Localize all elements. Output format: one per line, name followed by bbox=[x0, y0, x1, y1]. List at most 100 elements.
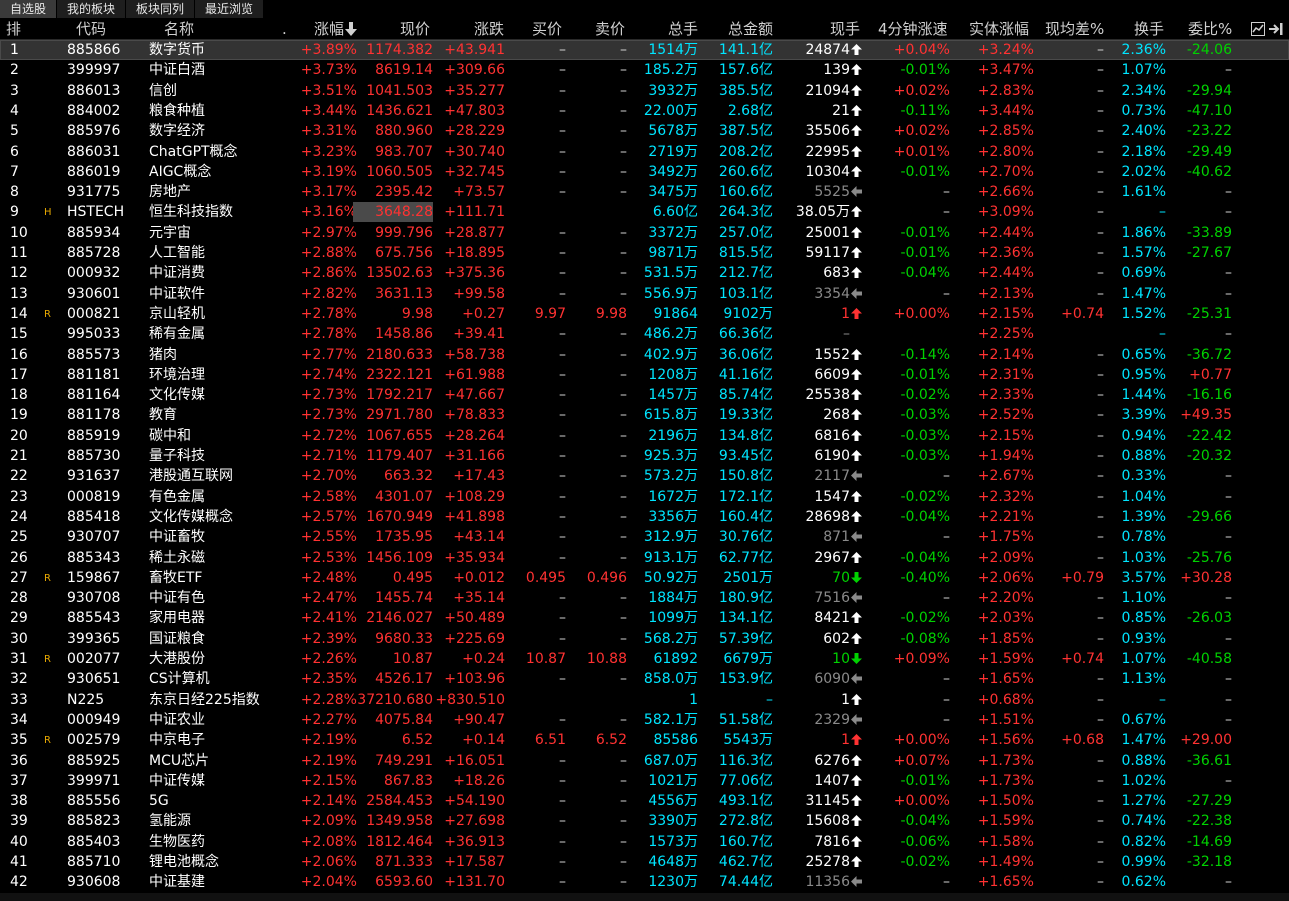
table-row[interactable]: 16 885573 猪肉 +2.77% 2180.633 +58.738– –402.9万 3… bbox=[0, 345, 1289, 365]
table-row[interactable]: 26 885343 稀土永磁 +2.53% 1456.109 +35.934– –913.1… bbox=[0, 548, 1289, 568]
table-row[interactable]: 8 931775 房地产 +3.17% 2395.42 +73.57 – – 3475万 160.… bbox=[0, 182, 1289, 202]
cell-body: +3.24% bbox=[977, 42, 1034, 58]
cell-amt: 77.06亿 bbox=[718, 772, 773, 789]
table-row[interactable]: 22 931637 港股通互联网 +2.70% 663.32 +17.43– –573.2万… bbox=[0, 466, 1289, 486]
col-code[interactable]: 代码 bbox=[76, 19, 106, 40]
cell-vol: 615.8万 bbox=[643, 407, 698, 424]
table-row[interactable]: 38 885556 5G +2.14% 2584.453 +54.190 – – 4556万 49… bbox=[0, 791, 1289, 811]
table-row[interactable]: 6 886031 ChatGPT概念 +3.23% 983.707 +30.740 – – 27… bbox=[0, 142, 1289, 162]
cell-name: 数字经济 bbox=[149, 123, 205, 140]
table-row[interactable]: 19 881178 教育 +2.73% 2971.780 +78.833– –615.8万 1… bbox=[0, 405, 1289, 425]
col-speed[interactable]: 4分钟涨速 bbox=[878, 19, 948, 40]
cell-body: +2.67% bbox=[977, 468, 1034, 485]
tab-2[interactable]: 板块同列 bbox=[126, 0, 196, 18]
cell-pct: +2.06% bbox=[300, 854, 357, 870]
cell-pct: +2.88% bbox=[300, 245, 357, 261]
col-volume[interactable]: 总手 bbox=[668, 19, 698, 40]
col-bid[interactable]: 买价 bbox=[532, 19, 562, 40]
table-row[interactable]: 17 881181 环境治理 +2.74% 2322.121 +61.988 – – 1208万… bbox=[0, 365, 1289, 385]
cell-n: 39 bbox=[10, 813, 28, 830]
cell-chg: +30.740 bbox=[444, 143, 505, 160]
cell-commit: – bbox=[1225, 204, 1232, 221]
arrow-up-icon bbox=[851, 508, 862, 522]
table-row[interactable]: 21 885730 量子科技 +2.71% 1179.407 +31.166– –925.3… bbox=[0, 446, 1289, 466]
table-row[interactable]: 27 R 159867 畜牧ETF +2.48% 0.495 +0.012 0.495 0.49… bbox=[0, 568, 1289, 588]
table-row[interactable]: 24 885418 文化传媒概念 +2.57% 1670.949 +41.898 – – 335… bbox=[0, 507, 1289, 527]
cell-code: 885866 bbox=[67, 42, 121, 58]
cell-avg: – bbox=[1097, 448, 1104, 464]
cell-n: 17 bbox=[10, 366, 28, 383]
table-row[interactable]: 20 885919 碳中和 +2.72% 1067.655 +28.264 – – 2196万 1… bbox=[0, 426, 1289, 446]
table-row[interactable]: 28 930708 中证有色 +2.47% 1455.74 +35.14 – – 1884万 18… bbox=[0, 588, 1289, 608]
cell-commit: +49.35 bbox=[1180, 407, 1232, 424]
table-row[interactable]: 40 885403 生物医药 +2.08% 1812.464 +36.913 – – 1573万… bbox=[0, 832, 1289, 852]
col-change[interactable]: 涨跌 bbox=[474, 19, 504, 40]
table-row[interactable]: 18 881164 文化传媒 +2.73% 1792.217 +47.667 – – 1457万… bbox=[0, 385, 1289, 405]
cell-n: 36 bbox=[10, 752, 28, 769]
col-price[interactable]: 现价 bbox=[400, 19, 430, 40]
table-row[interactable]: 23 000819 有色金属 +2.58% 4301.07 +108.29 – – 1672万 1… bbox=[0, 487, 1289, 507]
table-row[interactable]: 37 399971 中证传媒 +2.15% 867.83 +18.26 – – 1021万 77.… bbox=[0, 771, 1289, 791]
col-amount[interactable]: 总金额 bbox=[728, 19, 773, 40]
table-row[interactable]: 33 N225 东京日经225指数 +2.28% 37210.680 +830.510 1 –… bbox=[0, 690, 1289, 710]
col-cur-vol[interactable]: 现手 bbox=[830, 19, 860, 40]
table-row[interactable]: 14 R 000821 京山轻机 +2.78% 9.98 +0.27 9.97 9.98 9186… bbox=[0, 304, 1289, 324]
col-name[interactable]: 名称 bbox=[164, 19, 194, 40]
cell-name: 中证畜牧 bbox=[149, 529, 205, 546]
col-avg-diff[interactable]: 现均差% bbox=[1045, 19, 1104, 40]
table-row[interactable]: 41 885710 锂电池概念 +2.06% 871.333 +17.587 – – 4648万… bbox=[0, 852, 1289, 872]
cell-bid: – bbox=[559, 163, 566, 180]
table-row[interactable]: 9 H HSTECH 恒生科技指数 +3.16% 3648.28 +111.71 6.60亿 2… bbox=[0, 202, 1289, 223]
col-turnover[interactable]: 换手 bbox=[1134, 19, 1164, 40]
cell-turn: 1.07% bbox=[1121, 62, 1166, 79]
cell-chg: +830.510 bbox=[435, 691, 505, 708]
cell-turn: – bbox=[1159, 326, 1166, 343]
table-row[interactable]: 35 R 002579 中京电子 +2.19% 6.52 +0.14 6.51 6.52 8558… bbox=[0, 730, 1289, 750]
table-row[interactable]: 29 885543 家用电器 +2.41% 2146.027 +50.489 – – 1099万… bbox=[0, 608, 1289, 628]
cell-body: +2.66% bbox=[977, 184, 1034, 201]
table-row[interactable]: 42 930608 中证基建 +2.04% 6593.60 +131.70 – – 1230万 7… bbox=[0, 872, 1289, 892]
cell-price: 37210.680 bbox=[357, 691, 433, 708]
table-row[interactable]: 39 885823 氢能源 +2.09% 1349.958 +27.698 – – 3390万 2… bbox=[0, 811, 1289, 831]
table-row[interactable]: 30 399365 国证粮食 +2.39% 9680.33 +225.69– –568.2万… bbox=[0, 629, 1289, 649]
table-row[interactable]: 12 000932 中证消费 +2.86% 13502.63 +375.36– –531.5… bbox=[0, 263, 1289, 283]
table-row[interactable]: 7 886019 AIGC概念 +3.19% 1060.505 +32.745 – – 3492… bbox=[0, 162, 1289, 182]
table-row[interactable]: 2 399997 中证白酒 +3.73% 8619.14 +309.66– –185.2万 1… bbox=[0, 60, 1289, 80]
cell-name: MCU芯片 bbox=[149, 752, 210, 769]
table-row[interactable]: 34 000949 中证农业 +2.27% 4075.84 +90.47– –582.1万 5… bbox=[0, 710, 1289, 730]
table-row[interactable]: 10 885934 元宇宙 +2.97% 999.796 +28.877 – – 3372万 25… bbox=[0, 223, 1289, 243]
cell-cur: – bbox=[843, 324, 862, 344]
table-row[interactable]: 11 885728 人工智能 +2.88% 675.756 +18.895 – – 9871万 8… bbox=[0, 243, 1289, 263]
cell-amt: 387.5亿 bbox=[718, 123, 773, 140]
col-pct[interactable]: 涨幅 bbox=[314, 19, 358, 40]
table-row[interactable]: 5 885976 数字经济 +3.31% 880.960 +28.229 – – 5678万 38… bbox=[0, 121, 1289, 141]
cell-price: 1455.74 bbox=[375, 590, 433, 607]
tab-1[interactable]: 我的板块 bbox=[57, 0, 127, 18]
col-body-pct[interactable]: 实体涨幅 bbox=[969, 19, 1029, 40]
table-row[interactable]: 3 886013 信创 +3.51% 1041.503 +35.277 – – 3932万 385… bbox=[0, 81, 1289, 101]
table-row[interactable]: 36 885925 MCU芯片 +2.19% 749.291 +16.051– –687.0… bbox=[0, 751, 1289, 771]
cell-chg: +0.27 bbox=[462, 305, 505, 322]
tab-3[interactable]: 最近浏览 bbox=[195, 0, 265, 18]
col-commit[interactable]: 委比% bbox=[1188, 19, 1232, 40]
cell-name: 东京日经225指数 bbox=[149, 691, 260, 708]
cell-commit: – bbox=[1225, 874, 1232, 891]
table-row[interactable]: 1 885866 数字货币 +3.89% 1174.382 +43.941 – – 1514万 1… bbox=[0, 40, 1289, 60]
col-ask[interactable]: 卖价 bbox=[595, 19, 625, 40]
arrow-up-icon bbox=[851, 609, 862, 624]
cell-name: 信创 bbox=[149, 82, 177, 99]
tab-0[interactable]: 自选股 bbox=[0, 0, 58, 18]
cell-avg: – bbox=[1097, 590, 1104, 607]
cell-cur: 871 bbox=[823, 527, 862, 547]
col-rank[interactable]: 排 bbox=[6, 19, 21, 40]
table-row[interactable]: 4 884002 粮食种植 +3.44% 1436.621 +47.803– –22.00万… bbox=[0, 101, 1289, 121]
table-row[interactable]: 13 930601 中证软件 +2.82% 3631.13 +99.58– –556.9万 1… bbox=[0, 284, 1289, 304]
table-row[interactable]: 15 995033 稀有金属 +2.78% 1458.86 +39.41– –486.2万 6… bbox=[0, 324, 1289, 344]
table-row[interactable]: 31 R 002077 大港股份 +2.26% 10.87 +0.24 10.87 10.88 6… bbox=[0, 649, 1289, 669]
cell-code: 885823 bbox=[67, 813, 121, 830]
cell-chg: +58.738 bbox=[444, 346, 505, 363]
cell-commit: +30.28 bbox=[1180, 569, 1232, 586]
cell-price: 9680.33 bbox=[375, 630, 433, 647]
table-row[interactable]: 25 930707 中证畜牧 +2.55% 1735.95 +43.14– –312.9万 3… bbox=[0, 527, 1289, 547]
table-row[interactable]: 32 930651 CS计算机 +2.35% 4526.17 +103.96– –858.0… bbox=[0, 669, 1289, 689]
